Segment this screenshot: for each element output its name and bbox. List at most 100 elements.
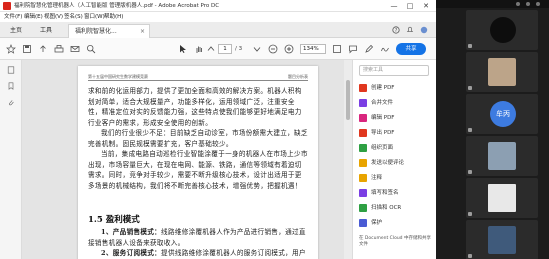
status-dot-icon <box>526 2 530 6</box>
toolbar: 1 / 3 134% 共享 <box>0 38 436 60</box>
avatar: 牟丙 <box>490 101 516 127</box>
tool-item[interactable]: 组织页面 <box>359 142 433 154</box>
upload-icon[interactable] <box>38 44 48 54</box>
avatar <box>488 142 516 170</box>
microphone-icon <box>468 170 472 174</box>
list-item-title: 1、产品销售模式： <box>101 228 162 236</box>
tools-search-input[interactable]: 搜索工具 <box>359 65 429 76</box>
maximize-button[interactable]: □ <box>402 0 418 12</box>
tool-item[interactable]: 扫描和 OCR <box>359 202 433 214</box>
tool-item-label: 填写和签名 <box>371 190 399 196</box>
comment-tool-icon[interactable] <box>348 44 358 54</box>
page-number-input[interactable]: 1 <box>218 44 232 54</box>
tool-item-label: 组织页面 <box>371 145 394 151</box>
tab-home[interactable]: 主页 <box>4 24 28 38</box>
avatar <box>488 58 516 86</box>
microphone-icon <box>468 212 472 216</box>
hand-tool-icon[interactable] <box>194 44 204 54</box>
microphone-icon <box>468 86 472 90</box>
tools-panel: 搜索工具 创建 PDF 合并文件编辑 PDF 导出 PDF 组织页面发送以便评论 注释填… <box>352 60 436 259</box>
avatar <box>490 17 516 43</box>
close-button[interactable]: ✕ <box>418 0 434 12</box>
send-comment-icon <box>359 159 367 167</box>
tool-item[interactable]: 填写和签名 <box>359 187 433 199</box>
status-dot-icon <box>516 2 520 6</box>
bookmark-icon[interactable] <box>7 82 15 90</box>
share-button[interactable]: 共享 <box>396 43 426 55</box>
scan-ocr-icon <box>359 204 367 212</box>
tool-item[interactable]: 合并文件 <box>359 97 433 109</box>
vertical-scrollbar[interactable] <box>344 60 352 259</box>
bell-icon[interactable] <box>406 26 414 34</box>
participant-tile[interactable] <box>466 10 538 50</box>
participant-tile[interactable] <box>466 52 538 92</box>
microphone-icon <box>468 128 472 132</box>
acrobat-app-icon <box>3 2 11 10</box>
account-icon[interactable] <box>420 26 428 34</box>
meeting-top-bar <box>436 0 549 8</box>
protect-icon <box>359 219 367 227</box>
page-thumbnails-icon[interactable] <box>7 66 15 74</box>
print-icon[interactable] <box>54 44 64 54</box>
avatar <box>488 226 516 254</box>
sign-icon[interactable] <box>380 44 390 54</box>
save-icon[interactable] <box>22 44 32 54</box>
menu-help[interactable]: 帮助(H) <box>104 12 123 22</box>
section-heading: 1.5 盈利模式 <box>88 215 140 225</box>
prev-page-icon[interactable] <box>206 44 216 54</box>
tool-item-label: 发送以便评论 <box>371 160 405 166</box>
tool-item[interactable]: 编辑 PDF <box>359 112 433 124</box>
help-icon[interactable]: ? <box>392 26 400 34</box>
zoom-in-icon[interactable] <box>284 44 294 54</box>
minimize-button[interactable]: — <box>386 0 402 12</box>
menu-file[interactable]: 文件(F) <box>4 12 22 22</box>
fit-page-icon[interactable] <box>332 44 342 54</box>
tab-tools[interactable]: 工具 <box>34 24 58 38</box>
profit-model-list: 1、产品销售模式：线路维修涂覆机器人作为产品进行销售，通过直接销售机器人设备来获… <box>88 227 308 259</box>
tool-item[interactable]: 发送以便评论 <box>359 157 433 169</box>
menu-sign[interactable]: 签名(S) <box>64 12 83 22</box>
scrollbar-thumb[interactable] <box>346 80 350 120</box>
participant-tile[interactable] <box>466 136 538 176</box>
paragraph-1: 求和前的化运用部力，提供了更加全面和高效的解决方案。机器人积构划对简单，适合大规… <box>88 87 302 127</box>
document-viewer[interactable]: 第十五届中国研究生数学建模竞赛 题目分析表 求和前的化运用部力，提供了更加全面和… <box>22 60 352 259</box>
status-dot-icon <box>536 2 540 6</box>
participant-tile[interactable] <box>466 178 538 218</box>
participant-tile[interactable]: 牟丙 <box>466 94 538 134</box>
microphone-icon <box>468 44 472 48</box>
participant-tile[interactable] <box>466 220 538 259</box>
tool-item-label: 编辑 PDF <box>371 115 395 121</box>
tool-item[interactable]: 导出 PDF <box>359 127 433 139</box>
acrobat-window: 福利院智慧化管理机器人（人工智能版 管理版机器人.pdf - Adobe Acr… <box>0 0 436 259</box>
next-page-icon[interactable] <box>252 44 262 54</box>
pen-icon[interactable] <box>364 44 374 54</box>
tool-item-label: 保护 <box>371 220 383 226</box>
search-icon[interactable] <box>86 44 96 54</box>
close-tab-icon[interactable]: × <box>140 25 145 39</box>
paragraph-2: 我们的行业很少不足：目前缺乏自动诊室，市场份额需大建立，缺乏完善机制。固民规模需… <box>88 129 308 148</box>
page-total: / 3 <box>235 46 243 52</box>
list-item-title: 2、服务订阅模式： <box>101 249 162 257</box>
tool-item[interactable]: 创建 PDF <box>359 82 433 94</box>
tool-item-label: 合并文件 <box>371 100 394 106</box>
tab-document[interactable]: 福利院智慧化... × <box>68 24 150 38</box>
attachment-icon[interactable] <box>7 98 15 106</box>
document-body: 求和前的化运用部力，提供了更加全面和高效的解决方案。机器人积构划对简单，适合大规… <box>88 86 308 191</box>
tool-item-label: 注释 <box>371 175 383 181</box>
title-bar: 福利院智慧化管理机器人（人工智能版 管理版机器人.pdf - Adobe Acr… <box>0 0 436 12</box>
combine-files-icon <box>359 99 367 107</box>
zoom-out-icon[interactable] <box>268 44 278 54</box>
document-cloud-note: 在 Document Cloud 中存储和共享文件 <box>359 236 431 247</box>
fill-sign-icon <box>359 189 367 197</box>
tool-item-label: 扫描和 OCR <box>371 205 402 211</box>
tool-item[interactable]: 保护 <box>359 217 433 229</box>
export-pdf-icon <box>359 129 367 137</box>
menu-edit[interactable]: 编辑(E) <box>24 12 43 22</box>
menu-view[interactable]: 视图(V) <box>44 12 63 22</box>
zoom-level-select[interactable]: 134% <box>300 44 326 54</box>
tool-item[interactable]: 注释 <box>359 172 433 184</box>
menu-window[interactable]: 窗口(W) <box>84 12 105 22</box>
select-cursor-icon[interactable] <box>178 44 188 54</box>
star-icon[interactable] <box>6 44 16 54</box>
mail-icon[interactable] <box>70 44 80 54</box>
